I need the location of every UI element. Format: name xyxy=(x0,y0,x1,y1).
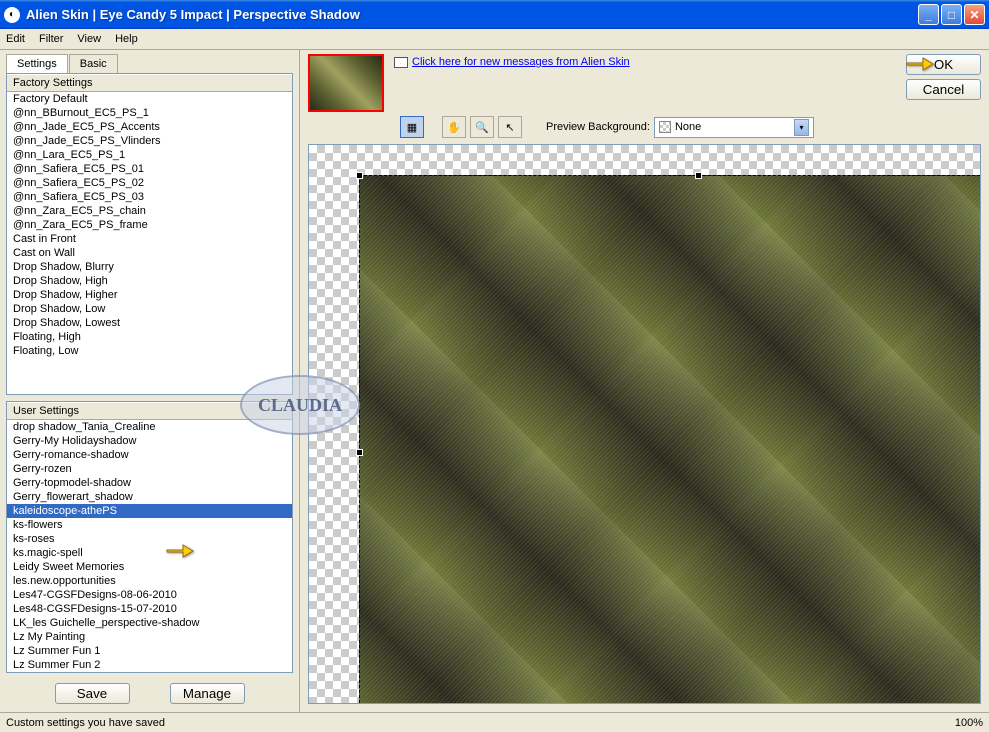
menu-help[interactable]: Help xyxy=(115,33,138,45)
preview-toolbar: ▦ ✋ 🔍 ↖ Preview Background: None ▾ xyxy=(300,116,989,144)
menu-edit[interactable]: Edit xyxy=(6,33,25,45)
list-item[interactable]: Gerry-My Holidayshadow xyxy=(7,434,292,448)
list-item[interactable]: @nn_Jade_EC5_PS_Vlinders xyxy=(7,134,292,148)
list-item[interactable]: Drop Shadow, Lowest xyxy=(7,316,292,330)
list-item[interactable]: @nn_Safiera_EC5_PS_02 xyxy=(7,176,292,190)
list-item[interactable]: Gerry-rozen xyxy=(7,462,292,476)
ok-button[interactable]: OK xyxy=(906,54,981,75)
tool-pointer[interactable]: ↖ xyxy=(498,116,522,138)
list-item[interactable]: @nn_Zara_EC5_PS_chain xyxy=(7,204,292,218)
list-item[interactable]: Gerry_flowerart_shadow xyxy=(7,490,292,504)
preview-bg-label: Preview Background: xyxy=(546,121,650,133)
list-item[interactable]: ks-flowers xyxy=(7,518,292,532)
preview-bg-combo[interactable]: None ▾ xyxy=(654,117,814,138)
tab-settings[interactable]: Settings xyxy=(6,54,68,73)
list-item[interactable]: Drop Shadow, Low xyxy=(7,302,292,316)
messages-link[interactable]: Click here for new messages from Alien S… xyxy=(394,54,630,68)
preview-area[interactable] xyxy=(308,144,981,704)
resize-handle[interactable] xyxy=(695,172,702,179)
list-item[interactable]: Factory Default xyxy=(7,92,292,106)
window-controls: _ □ ✕ xyxy=(918,4,985,25)
status-text: Custom settings you have saved xyxy=(6,717,165,729)
mail-icon xyxy=(394,57,408,68)
list-item[interactable]: @nn_Zara_EC5_PS_frame xyxy=(7,218,292,232)
list-item[interactable]: Drop Shadow, Blurry xyxy=(7,260,292,274)
right-panel: OK Cancel Click here for new messages fr… xyxy=(300,50,989,712)
title-bar: ◐ Alien Skin | Eye Candy 5 Impact | Pers… xyxy=(0,0,989,29)
list-item[interactable]: @nn_Safiera_EC5_PS_01 xyxy=(7,162,292,176)
cancel-button[interactable]: Cancel xyxy=(906,79,981,100)
list-item[interactable]: Drop Shadow, Higher xyxy=(7,288,292,302)
checker-icon xyxy=(659,121,671,133)
list-item[interactable]: Les47-CGSFDesigns-08-06-2010 xyxy=(7,588,292,602)
left-panel: Settings Basic Factory Settings Factory … xyxy=(0,50,300,712)
tab-strip: Settings Basic xyxy=(6,54,293,73)
list-item[interactable]: les.new.opportunities xyxy=(7,574,292,588)
menu-view[interactable]: View xyxy=(77,33,101,45)
list-item[interactable]: Cast in Front xyxy=(7,232,292,246)
resize-handle[interactable] xyxy=(356,172,363,179)
factory-settings-header: Factory Settings xyxy=(7,74,292,92)
list-item[interactable]: Lz Summer Fun 1 xyxy=(7,644,292,658)
list-item[interactable]: ks-roses xyxy=(7,532,292,546)
chevron-down-icon: ▾ xyxy=(794,119,809,136)
resize-handle[interactable] xyxy=(356,449,363,456)
close-button[interactable]: ✕ xyxy=(964,4,985,25)
preview-thumbnail[interactable] xyxy=(308,54,384,112)
manage-button[interactable]: Manage xyxy=(170,683,245,704)
list-item[interactable]: Gerry-topmodel-shadow xyxy=(7,476,292,490)
list-item[interactable]: @nn_Safiera_EC5_PS_03 xyxy=(7,190,292,204)
menu-bar: Edit Filter View Help xyxy=(0,29,989,50)
list-item[interactable]: Lz My Painting xyxy=(7,630,292,644)
list-item[interactable]: Gerry-romance-shadow xyxy=(7,448,292,462)
button-row: Save Manage xyxy=(6,679,293,708)
preview-image xyxy=(359,175,981,704)
user-settings-header: User Settings xyxy=(7,402,292,420)
list-item[interactable]: ks.magic-spell xyxy=(7,546,292,560)
maximize-button[interactable]: □ xyxy=(941,4,962,25)
list-item[interactable]: @nn_Lara_EC5_PS_1 xyxy=(7,148,292,162)
list-item[interactable]: kaleidoscope-athePS xyxy=(7,504,292,518)
tool-hand[interactable]: ✋ xyxy=(442,116,466,138)
preview-header: Click here for new messages from Alien S… xyxy=(300,50,989,116)
tool-zoom[interactable]: 🔍 xyxy=(470,116,494,138)
list-item[interactable]: drop shadow_Tania_Crealine xyxy=(7,420,292,434)
tool-marquee[interactable]: ▦ xyxy=(400,116,424,138)
list-item[interactable]: Les48-CGSFDesigns-15-07-2010 xyxy=(7,602,292,616)
list-item[interactable]: Leidy Sweet Memories xyxy=(7,560,292,574)
list-item[interactable]: @nn_Jade_EC5_PS_Accents xyxy=(7,120,292,134)
list-item[interactable]: Cast on Wall xyxy=(7,246,292,260)
zoom-level: 100% xyxy=(955,717,983,729)
tab-basic[interactable]: Basic xyxy=(69,54,118,73)
list-item[interactable]: Floating, High xyxy=(7,330,292,344)
factory-settings-list[interactable]: Factory Settings Factory Default@nn_BBur… xyxy=(6,73,293,395)
ok-cancel-group: OK Cancel xyxy=(906,54,981,100)
status-bar: Custom settings you have saved 100% xyxy=(0,712,989,732)
window-title: Alien Skin | Eye Candy 5 Impact | Perspe… xyxy=(26,7,918,22)
user-settings-list[interactable]: User Settings drop shadow_Tania_Crealine… xyxy=(6,401,293,673)
list-item[interactable]: Floating, Low xyxy=(7,344,292,358)
list-item[interactable]: Lz Summer Fun 2 xyxy=(7,658,292,672)
menu-filter[interactable]: Filter xyxy=(39,33,63,45)
messages-link-text: Click here for new messages from Alien S… xyxy=(412,56,630,68)
save-button[interactable]: Save xyxy=(55,683,130,704)
minimize-button[interactable]: _ xyxy=(918,4,939,25)
preview-bg-value: None xyxy=(675,121,701,133)
list-item[interactable]: Drop Shadow, High xyxy=(7,274,292,288)
content-area: Settings Basic Factory Settings Factory … xyxy=(0,50,989,712)
app-icon: ◐ xyxy=(4,7,20,23)
list-item[interactable]: LK_les Guichelle_perspective-shadow xyxy=(7,616,292,630)
list-item[interactable]: @nn_BBurnout_EC5_PS_1 xyxy=(7,106,292,120)
